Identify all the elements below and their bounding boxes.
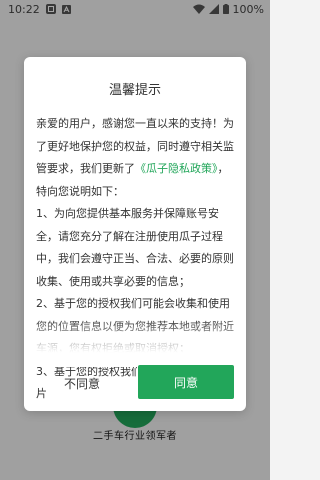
intro-paragraph: 亲爱的用户，感谢您一直以来的支持！为了更好地保护您的权益，同时遵守相关监管要求，…: [36, 113, 236, 203]
dialog-title: 温馨提示: [108, 83, 161, 98]
privacy-policy-link[interactable]: 《瓜子隐私政策》: [135, 162, 218, 175]
disagree-button[interactable]: 不同意: [36, 367, 128, 399]
item-1: 1、为向您提供基本服务并保障账号安全，请您充分了解在注册使用瓜子过程中，我们会遵…: [36, 207, 234, 288]
privacy-dialog: 温馨提示 亲爱的用户，感谢您一直以来的支持！为了更好地保护您的权益，同时遵守相关…: [24, 57, 246, 411]
content-fade: [24, 319, 246, 367]
agree-button[interactable]: 同意: [138, 365, 234, 399]
